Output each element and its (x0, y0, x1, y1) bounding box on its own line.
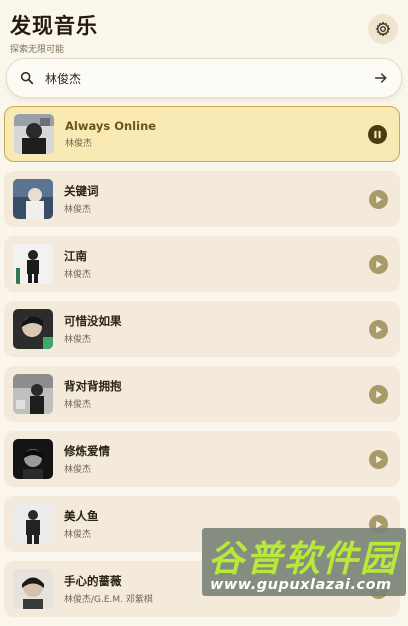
song-artist: 林俊杰 (64, 465, 92, 475)
play-button[interactable] (369, 189, 388, 209)
play-icon (376, 325, 383, 333)
song-artist: 林俊杰 (65, 139, 93, 149)
watermark: 谷普软件园 www.gupuxlazai.com (202, 528, 406, 596)
song-artist: 林俊杰 (64, 205, 92, 215)
song-title: 修炼爱情 (64, 444, 110, 458)
song-title: 美人鱼 (64, 509, 99, 523)
album-cover (13, 569, 53, 609)
song-item-guanjianci[interactable]: 关键词 林俊杰 (4, 171, 400, 227)
song-item-beiduibei-yongbao[interactable]: 背对背拥抱 林俊杰 (4, 366, 400, 422)
song-artist: 林俊杰 (64, 270, 92, 280)
album-cover (13, 244, 53, 284)
app-header: 发现音乐 探索无限可能 (10, 10, 398, 55)
play-button[interactable] (369, 319, 388, 339)
watermark-url: www.gupuxlazai.com (210, 577, 392, 593)
song-artist: 林俊杰 (64, 335, 92, 345)
play-icon (376, 390, 383, 398)
album-cover (13, 504, 53, 544)
search-bar (6, 58, 402, 98)
watermark-title: 谷普软件园 (208, 539, 399, 580)
song-item-jiangnan[interactable]: 江南 林俊杰 (4, 236, 400, 292)
song-title: 背对背拥抱 (64, 379, 122, 393)
pause-icon (374, 130, 381, 138)
song-title: 关键词 (64, 184, 99, 198)
song-item-always-online[interactable]: Always Online 林俊杰 (4, 106, 400, 162)
pause-button[interactable] (368, 124, 387, 144)
play-icon (376, 260, 383, 268)
album-cover (13, 374, 53, 414)
album-cover (14, 114, 54, 154)
album-cover (13, 179, 53, 219)
song-title: 可惜没如果 (64, 314, 122, 328)
page-subtitle: 探索无限可能 (10, 45, 65, 55)
search-input[interactable] (45, 71, 373, 85)
song-item-kexi-meiruguo[interactable]: 可惜没如果 林俊杰 (4, 301, 400, 357)
gear-icon (375, 21, 391, 37)
play-button[interactable] (369, 384, 388, 404)
song-artist: 林俊杰 (64, 400, 92, 410)
song-item-xiulian-aiqing[interactable]: 修炼爱情 林俊杰 (4, 431, 400, 487)
page-title: 发现音乐 (10, 14, 98, 38)
arrow-right-icon[interactable] (373, 70, 389, 86)
song-title: 江南 (64, 249, 87, 263)
song-title: Always Online (65, 119, 157, 133)
play-icon (376, 195, 383, 203)
play-button[interactable] (369, 254, 388, 274)
settings-button[interactable] (368, 14, 398, 44)
play-button[interactable] (369, 449, 388, 469)
play-icon (376, 455, 383, 463)
album-cover (13, 439, 53, 479)
search-icon[interactable] (19, 70, 35, 86)
album-cover (13, 309, 53, 349)
